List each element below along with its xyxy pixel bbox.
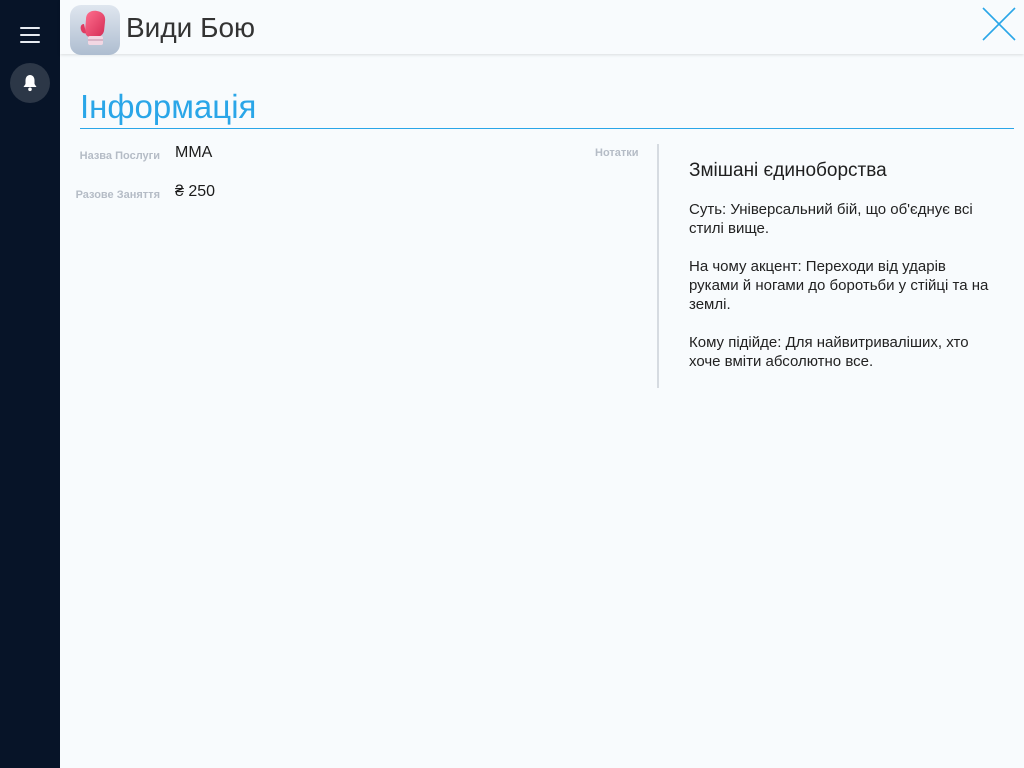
header-bar: Види Бою xyxy=(60,0,1024,55)
field-value: ₴ 250 xyxy=(175,183,216,200)
close-icon xyxy=(982,7,1016,41)
bell-icon xyxy=(23,75,37,92)
section-divider xyxy=(80,128,1014,129)
notes-content: Змішані єдиноборства Суть: Універсальний… xyxy=(689,160,999,390)
section-title: Інформація xyxy=(80,88,257,125)
page-title: Види Бою xyxy=(126,12,256,43)
notes-paragraph: На чому акцент: Переходи від ударів рука… xyxy=(689,258,989,313)
notes-label: Нотатки xyxy=(595,147,639,159)
main-content: Інформація Назва Послуги MMA Разове Заня… xyxy=(60,54,1024,768)
boxing-glove-icon xyxy=(70,5,120,55)
field-label: Разове Заняття xyxy=(75,189,160,201)
field-service-name: Назва Послуги MMA xyxy=(60,144,360,168)
field-label: Назва Послуги xyxy=(79,150,160,162)
close-button[interactable] xyxy=(980,5,1018,43)
field-single-session: Разове Заняття ₴ 250 xyxy=(60,183,360,207)
notes-heading: Змішані єдиноборства xyxy=(689,160,887,181)
notes-paragraph: Кому підійде: Для найвитриваліших, хто х… xyxy=(689,334,969,370)
notes-divider xyxy=(657,144,659,388)
field-value: MMA xyxy=(175,144,213,161)
notes-paragraph: Суть: Універсальний бій, що об'єднує всі… xyxy=(689,201,973,237)
notifications-button[interactable] xyxy=(10,63,50,103)
hamburger-menu-icon[interactable] xyxy=(20,26,40,44)
sidebar xyxy=(0,0,60,768)
